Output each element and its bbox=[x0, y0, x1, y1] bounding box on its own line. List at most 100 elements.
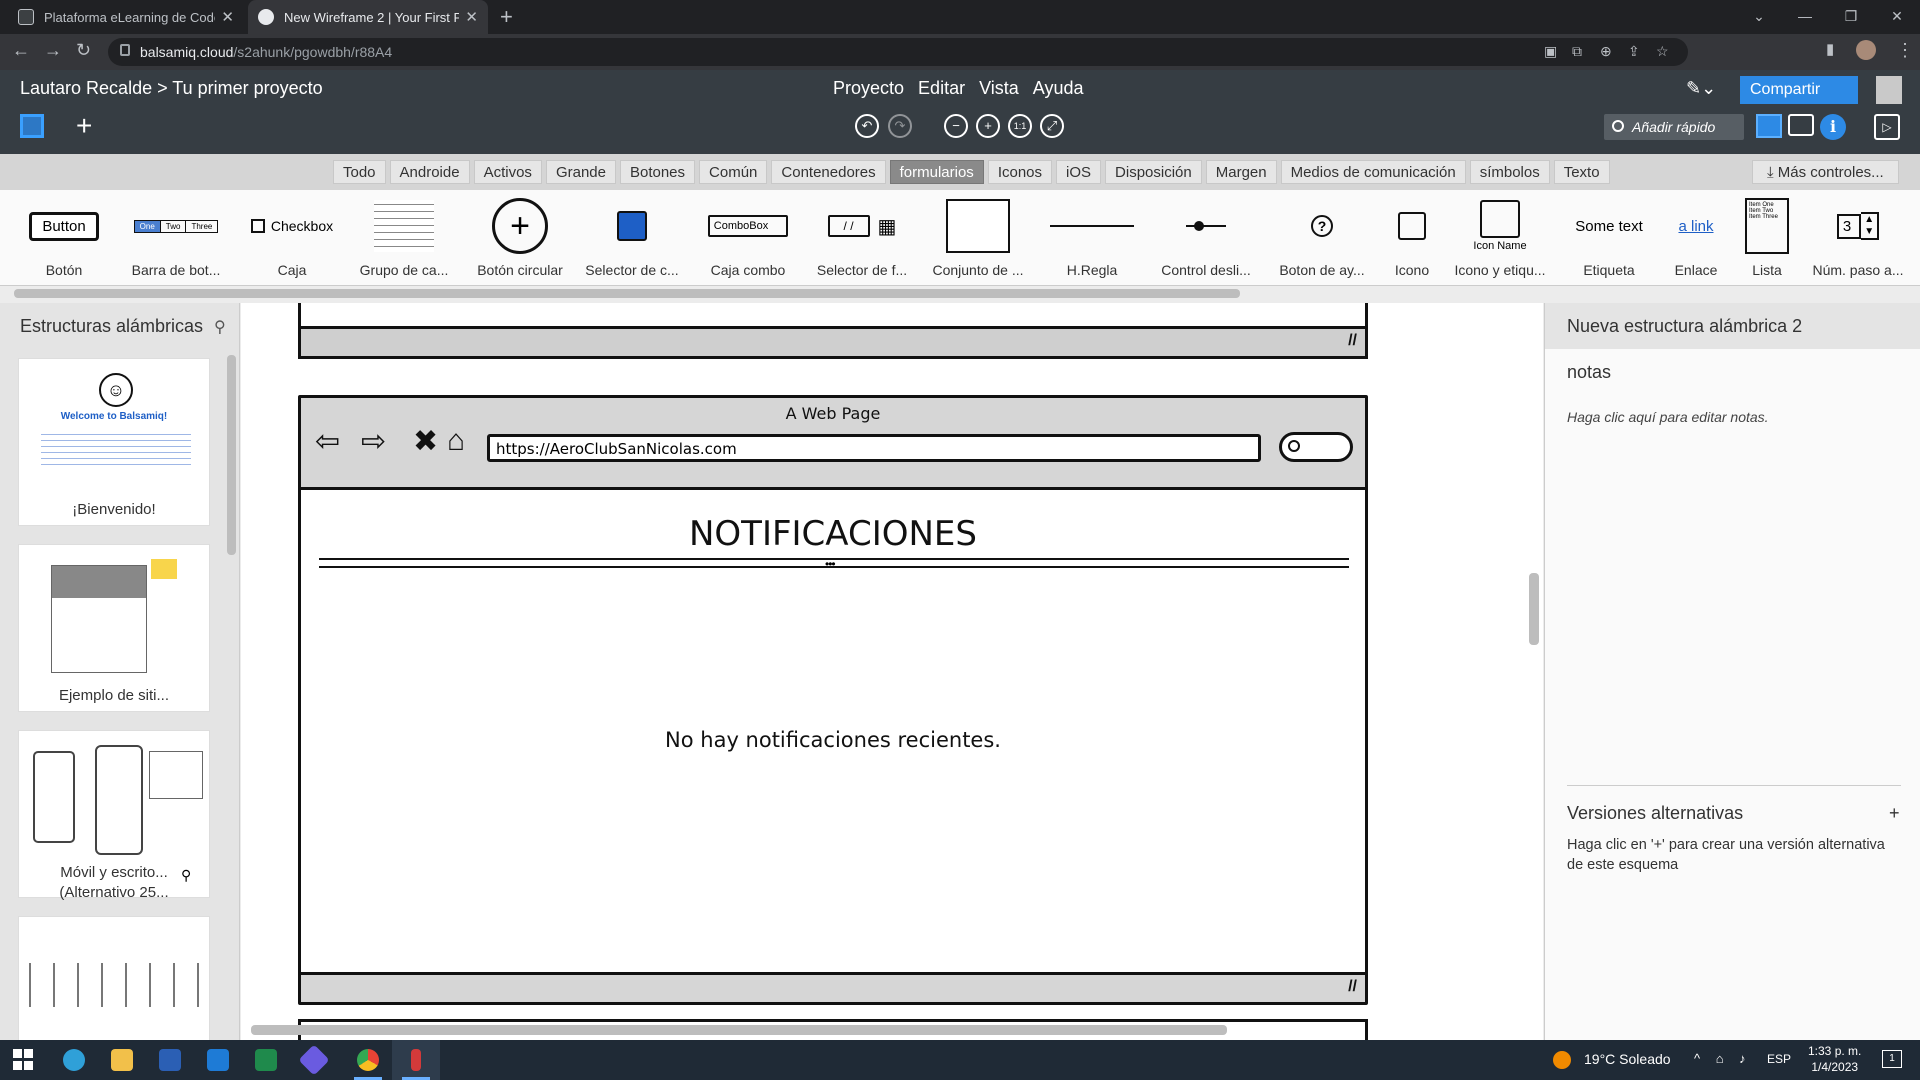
zoom-out-icon[interactable]: − bbox=[944, 114, 968, 138]
library-scrollbar[interactable] bbox=[14, 289, 1240, 298]
wireframe-name[interactable]: Nueva estructura alámbrica 2 bbox=[1567, 316, 1802, 337]
category-tab[interactable]: formularios bbox=[889, 160, 984, 184]
breadcrumb[interactable]: Lautaro Recalde > Tu primer proyecto bbox=[20, 78, 323, 99]
category-tab[interactable]: Grande bbox=[545, 160, 616, 184]
menu-ayuda[interactable]: Ayuda bbox=[1033, 78, 1084, 99]
resize-handle-icon[interactable]: // bbox=[1348, 332, 1357, 350]
weather-text[interactable]: 19°C Soleado bbox=[1584, 1051, 1671, 1067]
forward-button[interactable]: → bbox=[44, 40, 62, 61]
lib-item-link[interactable]: a link Enlace bbox=[1666, 190, 1726, 286]
alternates-icon[interactable]: ⚲ bbox=[214, 317, 226, 337]
canvas-vertical-scrollbar[interactable] bbox=[1529, 573, 1539, 645]
minimize-button[interactable]: — bbox=[1782, 0, 1828, 34]
notification-center-icon[interactable]: 1 bbox=[1882, 1050, 1902, 1068]
browser-window-mockup[interactable]: A Web Page ⇦ ⇨ ✖ ⌂ https://AeroClubSanNi… bbox=[298, 395, 1368, 1005]
lib-item-round-button[interactable]: + Botón circular bbox=[470, 190, 570, 286]
browser-tab-balsamiq[interactable]: New Wireframe 2 | Your First Pro ✕ bbox=[248, 0, 488, 34]
wireframe-thumb-website[interactable]: Ejemplo de siti... bbox=[18, 544, 210, 712]
wireframes-scrollbar[interactable] bbox=[227, 355, 236, 555]
menu-editar[interactable]: Editar bbox=[918, 78, 965, 99]
user-avatar[interactable] bbox=[1876, 76, 1902, 104]
resize-handle-icon[interactable]: // bbox=[1348, 978, 1357, 996]
comments-icon[interactable] bbox=[1788, 114, 1814, 136]
taskbar-app[interactable] bbox=[290, 1040, 338, 1080]
lib-item-horizontal-rule[interactable]: H.Regla bbox=[1044, 190, 1140, 286]
lib-item-numeric-stepper[interactable]: 3 ▲ ▼ Núm. paso a... bbox=[1810, 190, 1906, 286]
taskbar-word[interactable] bbox=[146, 1040, 194, 1080]
profile-avatar[interactable] bbox=[1856, 40, 1876, 60]
wireframe-thumb-welcome[interactable]: ☺ Welcome to Balsamiq! ¡Bienvenido! bbox=[18, 358, 210, 526]
lib-item-icon-label[interactable]: Icon Name Icono y etiqu... bbox=[1452, 190, 1548, 286]
more-controls-button[interactable]: ⤓ Más controles... bbox=[1752, 160, 1899, 184]
category-tab[interactable]: Disposición bbox=[1105, 160, 1202, 184]
category-tab[interactable]: Todo bbox=[333, 160, 386, 184]
category-tab[interactable]: Botones bbox=[619, 160, 696, 184]
menu-vista[interactable]: Vista bbox=[979, 78, 1019, 99]
lib-item-help-button[interactable]: ? Boton de ay... bbox=[1274, 190, 1370, 286]
share-icon[interactable]: ⇪ bbox=[1628, 43, 1640, 60]
category-tab[interactable]: Contenedores bbox=[771, 160, 886, 184]
category-tab[interactable]: Medios de comunicación bbox=[1280, 160, 1466, 184]
quick-add-input[interactable]: Añadir rápido bbox=[1604, 114, 1744, 140]
lib-item-slider[interactable]: Control desli... bbox=[1158, 190, 1254, 286]
close-window-button[interactable]: ✕ bbox=[1874, 0, 1920, 34]
start-button[interactable] bbox=[0, 1040, 48, 1080]
lib-item-label-text[interactable]: Some text Etiqueta bbox=[1564, 190, 1654, 286]
redo-icon[interactable]: ↷ bbox=[888, 114, 912, 138]
category-tab[interactable]: Texto bbox=[1553, 160, 1610, 184]
lib-item-button-bar[interactable]: One Two Three Barra de bot... bbox=[128, 190, 224, 286]
taskbar-excel[interactable] bbox=[242, 1040, 290, 1080]
taskbar-app-active[interactable] bbox=[392, 1040, 440, 1080]
share-button[interactable]: Compartir bbox=[1740, 76, 1858, 104]
add-alternate-button[interactable]: + bbox=[1889, 803, 1900, 824]
weather-sun-icon[interactable] bbox=[1553, 1051, 1571, 1069]
menu-proyecto[interactable]: Proyecto bbox=[833, 78, 904, 99]
category-tab[interactable]: símbolos bbox=[1469, 160, 1550, 184]
undo-icon[interactable]: ↶ bbox=[855, 114, 879, 138]
taskbar-edge[interactable] bbox=[50, 1040, 98, 1080]
lib-item-checkbox-group[interactable]: Grupo de ca... bbox=[356, 190, 452, 286]
zoom-icon[interactable]: ⊕ bbox=[1600, 43, 1612, 60]
lib-item-date-picker[interactable]: / / ▦ Selector de f... bbox=[812, 190, 912, 286]
wireframe-canvas[interactable]: // A Web Page ⇦ ⇨ ✖ ⌂ https://AeroClubSa… bbox=[241, 303, 1543, 1040]
language-indicator[interactable]: ESP bbox=[1767, 1052, 1791, 1066]
sidepanel-icon[interactable]: ▮ bbox=[1826, 40, 1834, 58]
ui-library-toggle-icon[interactable] bbox=[1756, 114, 1782, 138]
taskbar-explorer[interactable] bbox=[98, 1040, 146, 1080]
translate-icon[interactable]: ⧉ bbox=[1572, 43, 1582, 60]
category-tab[interactable]: Margen bbox=[1205, 160, 1277, 184]
zoom-in-icon[interactable]: + bbox=[976, 114, 1000, 138]
wireframes-panel-toggle-icon[interactable] bbox=[20, 114, 44, 138]
add-wireframe-button[interactable]: + bbox=[76, 110, 92, 142]
lib-item-fieldset[interactable]: Conjunto de ... bbox=[928, 190, 1028, 286]
lock-icon[interactable] bbox=[120, 44, 130, 56]
restore-button[interactable]: ❐ bbox=[1828, 0, 1874, 34]
chrome-menu-icon[interactable]: ⋮ bbox=[1896, 40, 1914, 61]
category-tab[interactable]: Activos bbox=[473, 160, 542, 184]
zoom-actual-size-icon[interactable]: 1:1 bbox=[1008, 114, 1032, 138]
taskbar-mail[interactable] bbox=[194, 1040, 242, 1080]
category-tab[interactable]: iOS bbox=[1056, 160, 1102, 184]
url-input[interactable]: balsamiq.cloud/s2ahunk/pgowdbh/r88A4 ☆ ⇪… bbox=[108, 38, 1688, 66]
clock[interactable]: 1:33 p. m. 1/4/2023 bbox=[1808, 1043, 1861, 1075]
present-icon[interactable]: ▷ bbox=[1874, 114, 1900, 140]
bookmark-star-icon[interactable]: ☆ bbox=[1656, 43, 1669, 60]
canvas-horizontal-scrollbar[interactable] bbox=[251, 1025, 1227, 1035]
tab-close-icon[interactable]: ✕ bbox=[465, 8, 478, 26]
lib-item-color-picker[interactable]: Selector de c... bbox=[584, 190, 680, 286]
category-tab[interactable]: Iconos bbox=[987, 160, 1053, 184]
system-tray-icons[interactable]: ^ ⌂ ♪ bbox=[1694, 1051, 1752, 1066]
category-tab[interactable]: Común bbox=[699, 160, 768, 184]
browser-tab-coderhouse[interactable]: Plataforma eLearning de Coderh ✕ bbox=[8, 0, 244, 34]
reload-button[interactable]: ↻ bbox=[76, 40, 91, 61]
taskbar-chrome[interactable] bbox=[344, 1040, 392, 1080]
category-tab[interactable]: Androide bbox=[389, 160, 470, 184]
tab-close-icon[interactable]: ✕ bbox=[221, 8, 234, 26]
zoom-fit-icon[interactable]: ⤢ bbox=[1040, 114, 1064, 138]
new-tab-button[interactable]: + bbox=[500, 4, 513, 30]
edit-mode-icon[interactable]: ✎⌄ bbox=[1686, 78, 1716, 99]
back-button[interactable]: ← bbox=[12, 40, 30, 61]
wireframe-thumb-mobile-desktop[interactable]: Móvil y escrito... (Alternativo 25... ⚲ bbox=[18, 730, 210, 901]
wireframe-thumb-4[interactable] bbox=[18, 916, 210, 1040]
install-app-icon[interactable]: ▣ bbox=[1544, 43, 1557, 60]
